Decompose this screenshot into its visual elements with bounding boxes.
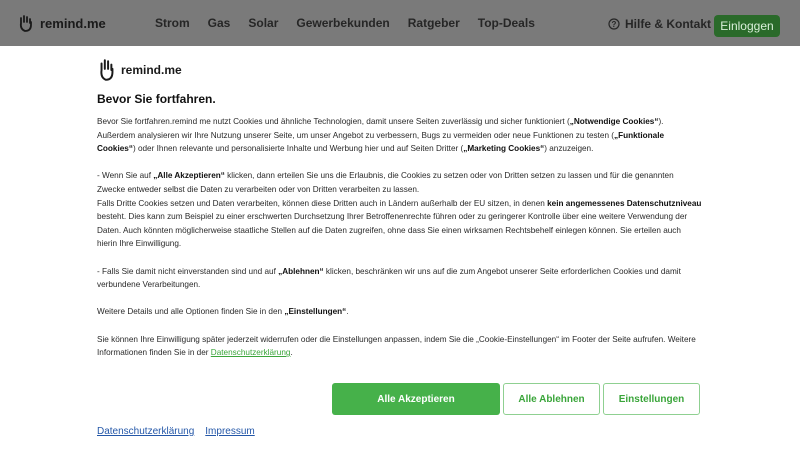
text: besteht. Dies kann zum Beispiel zu einer…: [97, 212, 688, 249]
settings-button[interactable]: Einstellungen: [603, 383, 700, 415]
main-nav: Strom Gas Solar Gewerbekunden Ratgeber T…: [155, 0, 553, 46]
svg-text:?: ?: [612, 20, 617, 29]
bold-text: „Notwendige Cookies“: [569, 117, 659, 126]
text: Falls Dritte Cookies setzen und Daten ve…: [97, 198, 548, 208]
paragraph-accept-info: - Wenn Sie auf „Alle Akzeptieren“ klicke…: [97, 169, 703, 196]
dialog-footer-links: Datenschutzerklärung Impressum: [97, 426, 255, 437]
text: ) oder Ihnen relevante und personalisier…: [132, 144, 464, 154]
nav-item-gas[interactable]: Gas: [208, 16, 231, 30]
text: - Falls Sie damit nicht einverstanden si…: [97, 266, 279, 276]
accept-all-button[interactable]: Alle Akzeptieren: [332, 383, 500, 415]
bold-text: „Einstellungen“: [284, 307, 347, 317]
paragraph-reject-info: - Falls Sie damit nicht einverstanden si…: [97, 265, 703, 292]
cookie-consent-dialog: remind.me Bevor Sie fortfahren. Bevor Si…: [0, 46, 800, 450]
help-contact-link[interactable]: ? Hilfe & Kontakt: [608, 17, 711, 31]
text: Weitere Details und alle Optionen finden…: [97, 307, 285, 317]
paragraph-revoke-info: Sie können Ihre Einwilligung später jede…: [97, 333, 703, 360]
privacy-policy-link[interactable]: Datenschutzerklärung: [97, 426, 194, 437]
privacy-policy-inline-link[interactable]: Datenschutzerklärung: [211, 348, 291, 357]
help-contact-label: Hilfe & Kontakt: [625, 17, 712, 31]
question-circle-icon: ?: [608, 18, 620, 30]
nav-item-ratgeber[interactable]: Ratgeber: [408, 16, 460, 30]
paragraph-intro: Bevor Sie fortfahren.remind me nutzt Coo…: [97, 115, 703, 156]
site-header: remind.me Strom Gas Solar Gewerbekunden …: [0, 0, 800, 46]
text: .: [290, 348, 293, 358]
nav-item-gewerbekunden[interactable]: Gewerbekunden: [296, 16, 389, 30]
bold-text: „Alle Akzeptieren“: [153, 171, 225, 181]
site-logo[interactable]: remind.me: [16, 13, 106, 33]
bold-text: kein angemessenes Datenschutzniveau: [547, 198, 702, 208]
site-logo-text: remind.me: [40, 15, 106, 31]
text: Sie können Ihre Einwilligung später jede…: [97, 334, 696, 358]
hand-logo-icon: [19, 15, 32, 32]
login-button[interactable]: Einloggen: [714, 15, 780, 37]
dialog-logo: remind.me: [96, 58, 182, 82]
dialog-title: Bevor Sie fortfahren.: [97, 92, 216, 106]
nav-item-strom[interactable]: Strom: [155, 16, 190, 30]
nav-item-top-deals[interactable]: Top-Deals: [478, 16, 535, 30]
text: ) anzuzeigen.: [544, 144, 594, 154]
paragraph-settings-info: Weitere Details und alle Optionen finden…: [97, 305, 703, 319]
paragraph-third-party: Falls Dritte Cookies setzen und Daten ve…: [97, 197, 703, 251]
text: Bevor Sie fortfahren.remind me nutzt Coo…: [97, 117, 570, 126]
bold-text: „Ablehnen“: [278, 266, 324, 276]
nav-item-solar[interactable]: Solar: [248, 16, 278, 30]
bold-text: „Marketing Cookies“: [463, 144, 545, 154]
dialog-logo-text: remind.me: [121, 63, 182, 77]
dialog-body: Bevor Sie fortfahren.remind me nutzt Coo…: [97, 115, 703, 360]
text: .: [346, 307, 349, 317]
hand-logo-icon: [100, 59, 114, 81]
imprint-link[interactable]: Impressum: [205, 426, 254, 437]
text: - Wenn Sie auf: [97, 171, 154, 181]
reject-all-button[interactable]: Alle Ablehnen: [503, 383, 600, 415]
